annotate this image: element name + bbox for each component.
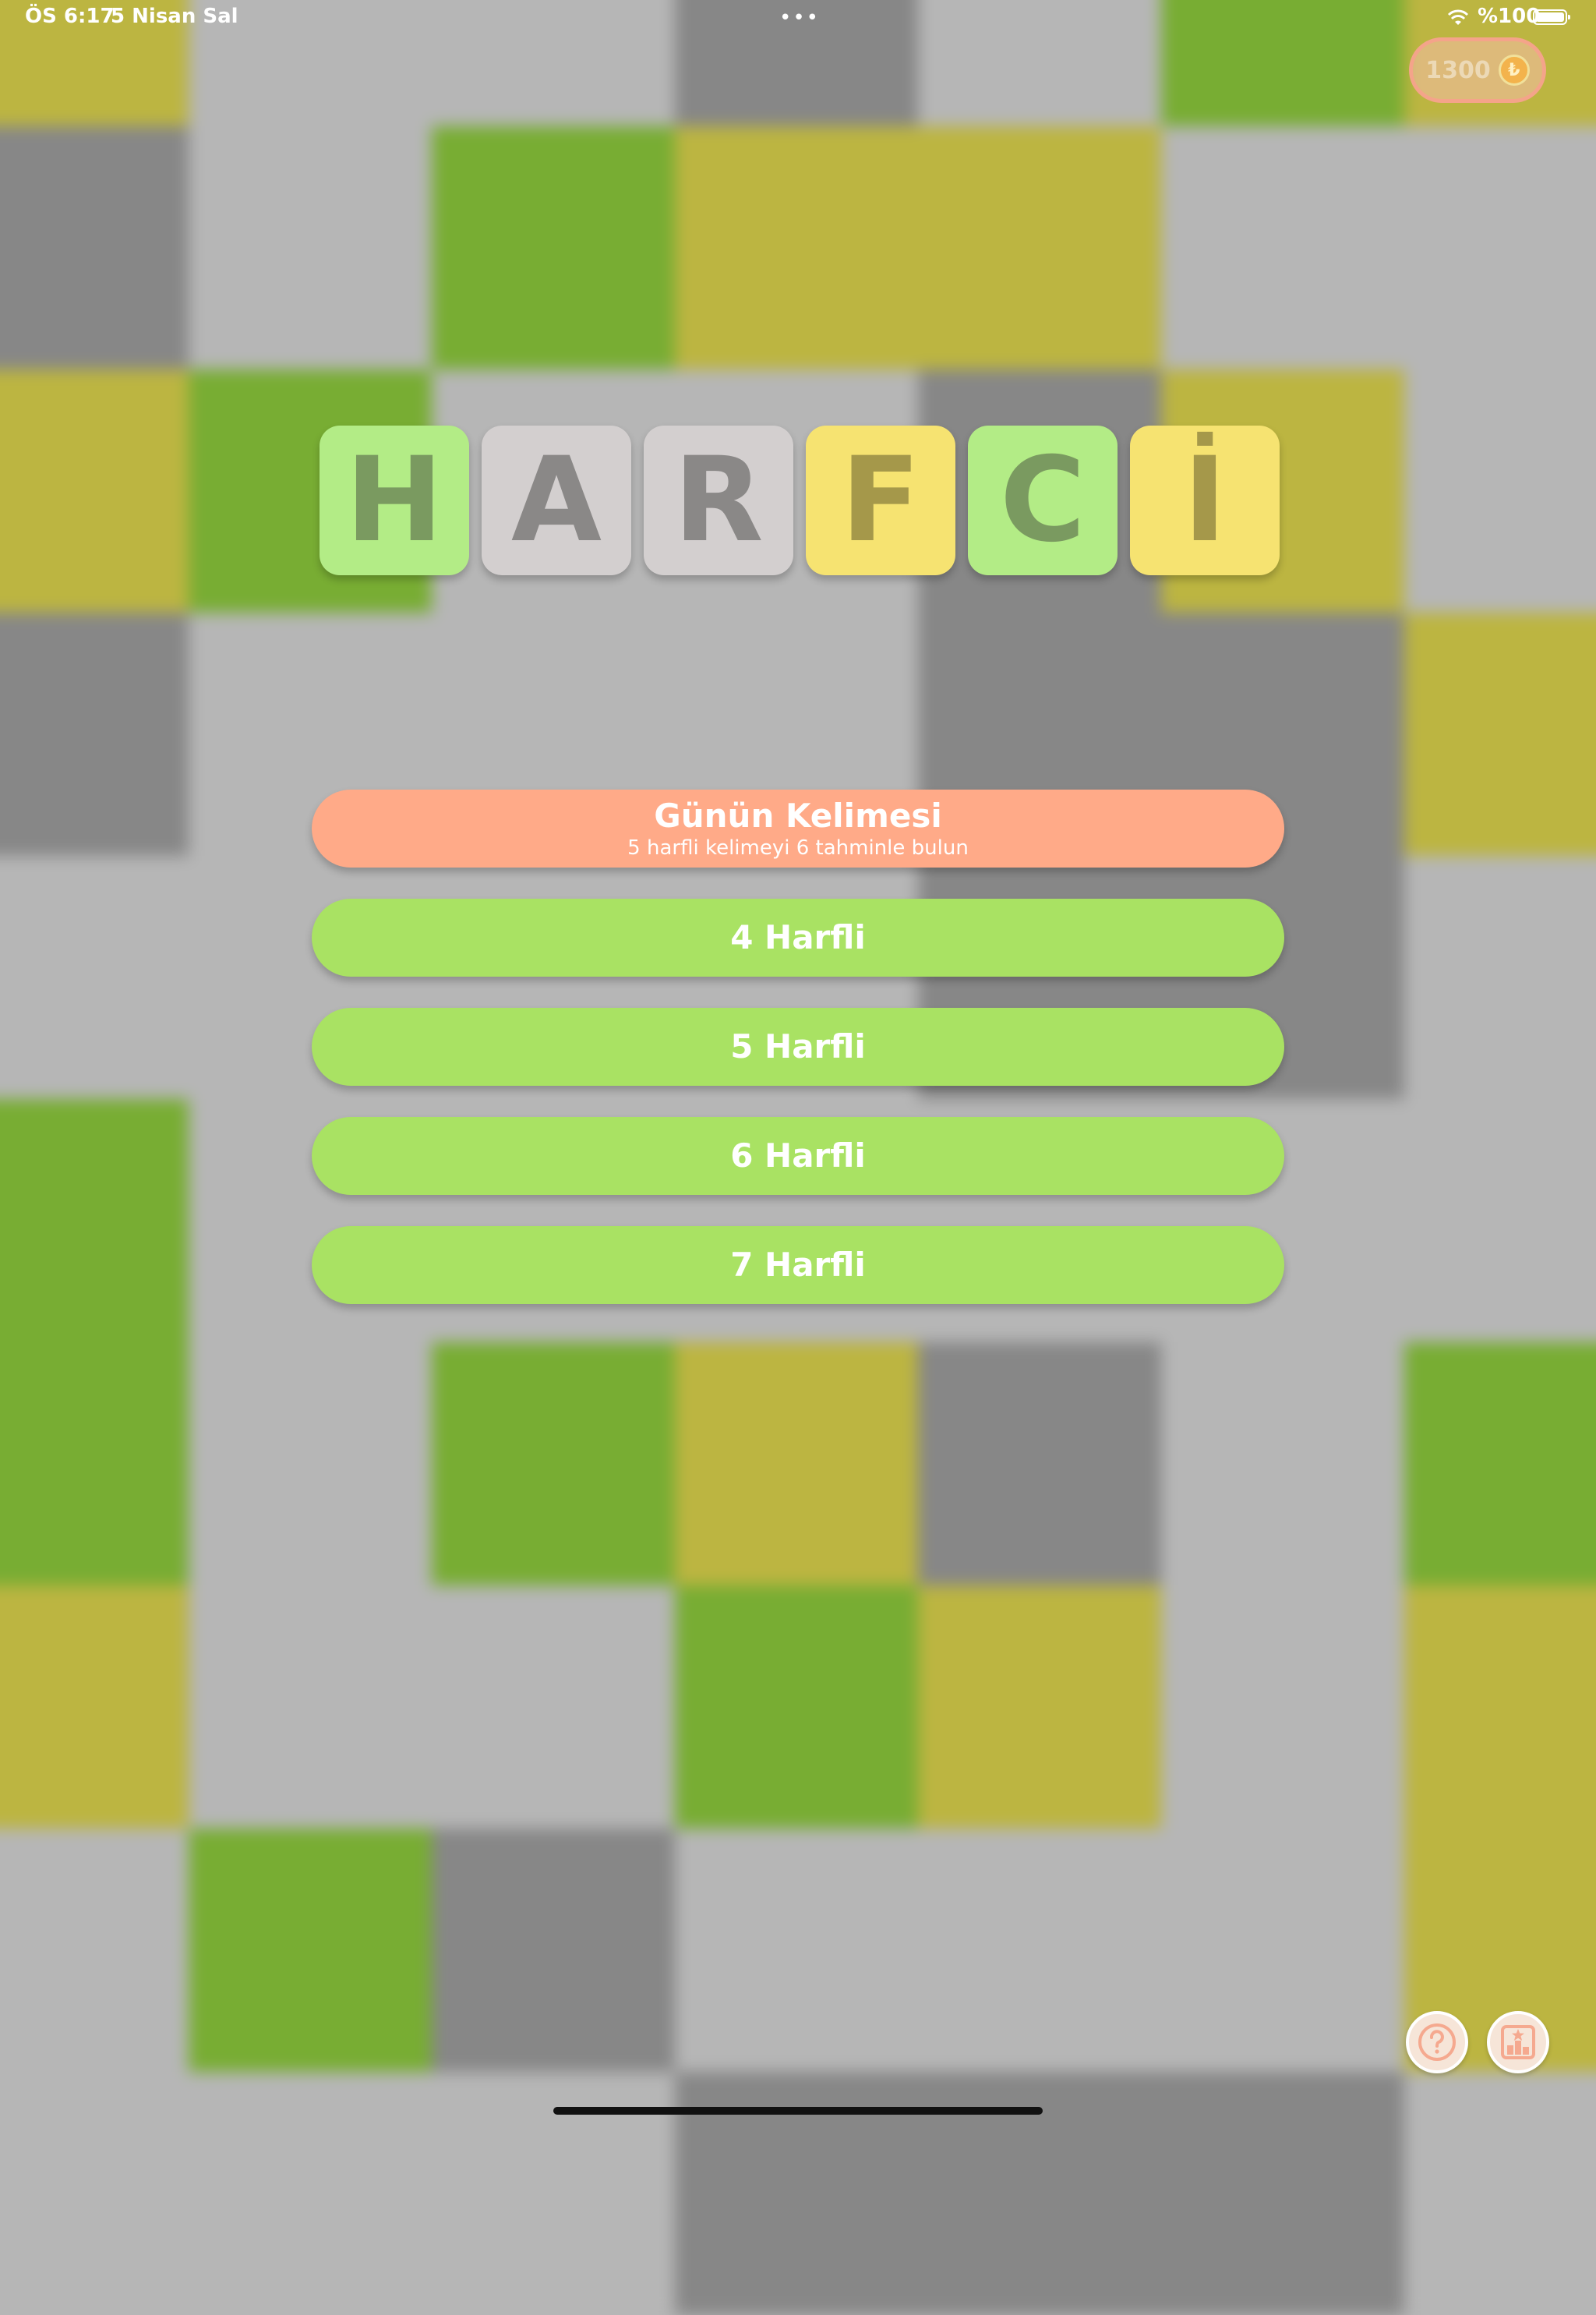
four-letter-label: 4 Harfli <box>730 918 866 956</box>
seven-letter-button[interactable]: 7 Harfli <box>312 1226 1284 1304</box>
background-tile <box>918 1829 1161 2072</box>
coin-icon: ₺ <box>1498 55 1530 86</box>
title-tile: C <box>968 426 1118 575</box>
background-tile <box>0 2072 189 2315</box>
battery-icon <box>1533 9 1570 25</box>
background-tile <box>432 126 675 369</box>
status-time: ÖS 6:17 <box>25 5 115 28</box>
game-title: H A R F C İ <box>320 426 1280 575</box>
background-tile <box>1161 1829 1404 2072</box>
coin-symbol: ₺ <box>1508 60 1520 80</box>
background-tile <box>0 1829 189 2072</box>
background-tile <box>0 126 189 369</box>
title-tile: H <box>320 426 469 575</box>
background-tile <box>0 856 189 1099</box>
title-tile: A <box>482 426 631 575</box>
question-icon <box>1418 2023 1456 2061</box>
battery-percentage: %100 <box>1478 5 1541 28</box>
background-tile <box>675 1829 918 2072</box>
title-tile: İ <box>1130 426 1280 575</box>
background-tile <box>1404 1099 1596 1342</box>
background-tile <box>675 1585 918 1829</box>
five-letter-label: 5 Harfli <box>730 1027 866 1066</box>
leaderboard-button[interactable] <box>1487 2011 1549 2073</box>
background-tile <box>0 613 189 856</box>
background-tile <box>0 369 189 613</box>
background-tile <box>1404 856 1596 1099</box>
seven-letter-label: 7 Harfli <box>730 1246 866 1284</box>
background-tile <box>0 1585 189 1829</box>
title-tile: F <box>806 426 955 575</box>
coin-balance[interactable]: 1300 ₺ <box>1409 37 1546 103</box>
background-tile <box>918 1342 1161 1585</box>
background-tile <box>1404 1585 1596 1829</box>
background-tile <box>0 1099 189 1342</box>
background-tile <box>1404 369 1596 613</box>
background-tile <box>918 1585 1161 1829</box>
background-tile <box>1404 1342 1596 1585</box>
background-tile <box>432 1342 675 1585</box>
coin-value: 1300 <box>1425 56 1491 84</box>
background-tile <box>189 126 432 369</box>
daily-word-button[interactable]: Günün Kelimesi 5 harfli kelimeyi 6 tahmi… <box>312 790 1284 868</box>
daily-word-subtitle: 5 harfli kelimeyi 6 tahminle bulun <box>627 836 969 860</box>
daily-word-title: Günün Kelimesi <box>654 797 942 835</box>
background-tile <box>189 1342 432 1585</box>
background-tile <box>1161 1585 1404 1829</box>
background-tile <box>432 1585 675 1829</box>
background-tile <box>189 1829 432 2072</box>
six-letter-label: 6 Harfli <box>730 1136 866 1175</box>
status-date: 5 Nisan Sal <box>111 5 238 28</box>
six-letter-button[interactable]: 6 Harfli <box>312 1117 1284 1195</box>
background-tile <box>1161 126 1404 369</box>
background-tile <box>189 2072 432 2315</box>
background-tile <box>918 126 1161 369</box>
background-tile <box>1404 613 1596 856</box>
background-tile <box>432 1829 675 2072</box>
status-bar: ÖS 6:17 5 Nisan Sal ••• %100 <box>0 0 1596 37</box>
help-button[interactable] <box>1406 2011 1468 2073</box>
background-tile <box>675 1342 918 1585</box>
multitasking-dots[interactable]: ••• <box>779 6 820 30</box>
background-tile <box>1161 1342 1404 1585</box>
background-tile <box>1161 2072 1404 2315</box>
four-letter-button[interactable]: 4 Harfli <box>312 899 1284 977</box>
background-tile <box>0 1342 189 1585</box>
home-indicator[interactable] <box>553 2107 1043 2115</box>
title-tile: R <box>644 426 793 575</box>
five-letter-button[interactable]: 5 Harfli <box>312 1008 1284 1086</box>
background-tile <box>189 1585 432 1829</box>
background-tile <box>1404 2072 1596 2315</box>
leaderboard-icon <box>1501 2025 1535 2059</box>
wifi-icon <box>1447 9 1469 25</box>
background-tile <box>1404 126 1596 369</box>
background-tile <box>675 126 918 369</box>
